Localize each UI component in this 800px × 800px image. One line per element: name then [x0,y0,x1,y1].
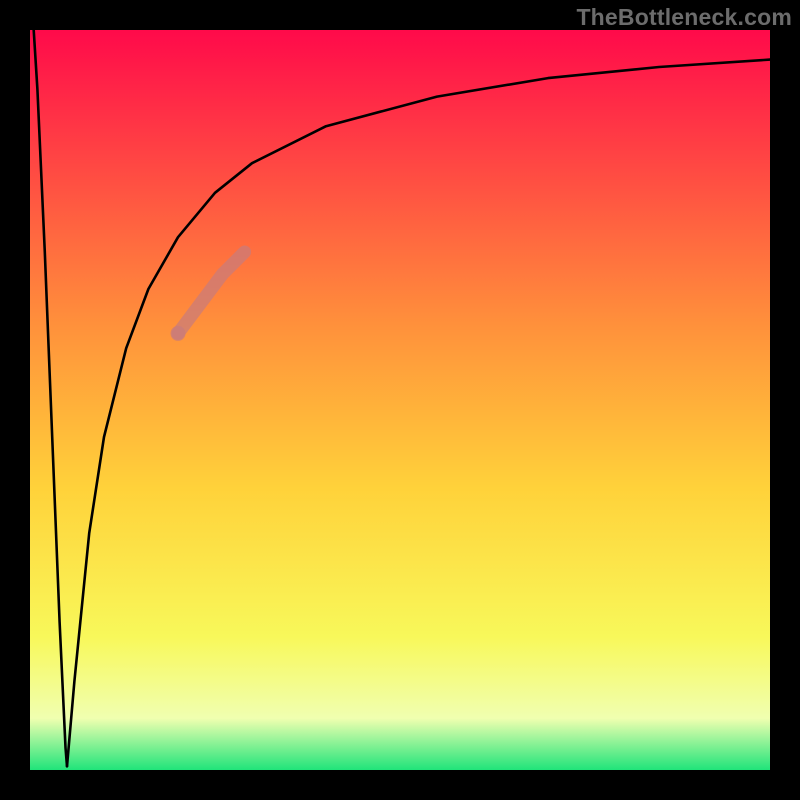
plot-area [30,30,770,770]
chart-frame: TheBottleneck.com [0,0,800,800]
highlight-segment [178,252,245,333]
curve-layer [30,30,770,770]
curve-right-branch [67,60,770,767]
highlight-dot [171,326,186,341]
watermark-text: TheBottleneck.com [576,4,792,31]
curve-left-branch [34,30,67,766]
